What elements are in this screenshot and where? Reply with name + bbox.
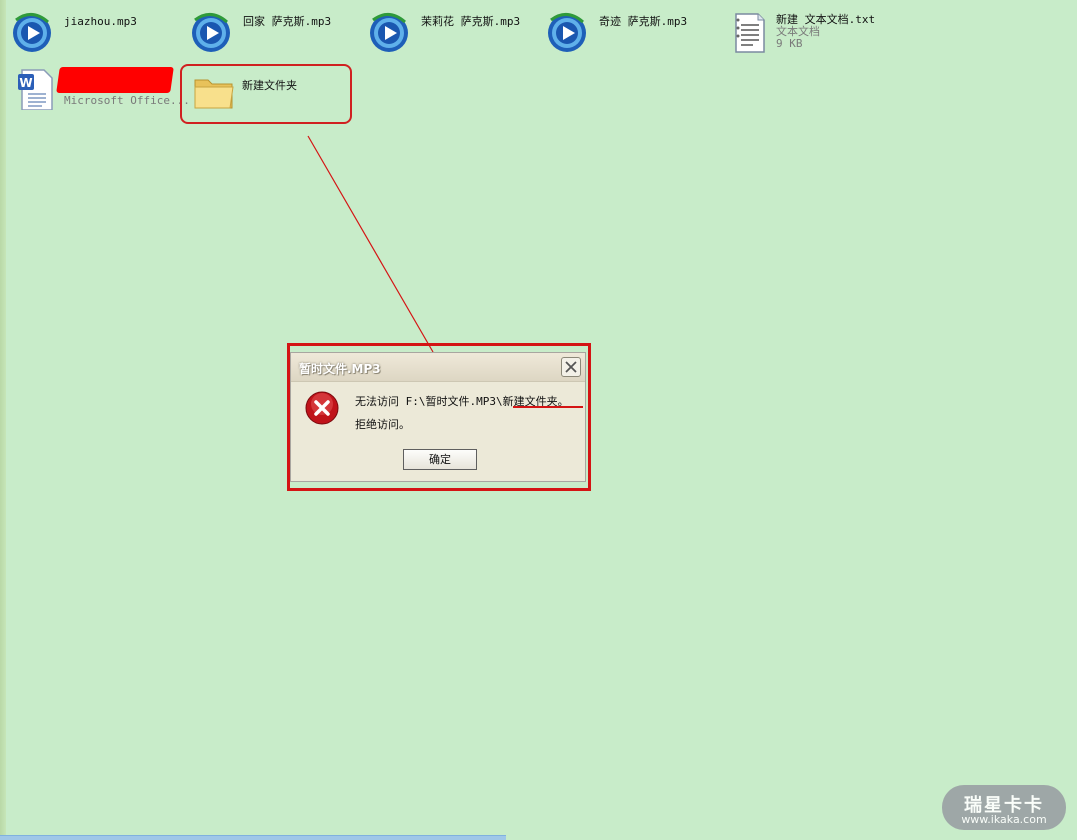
media-player-icon [192,13,230,52]
error-dialog: 暂时文件.MP3 无法访问 F:\暂时文件.MP3\新建文件夹。 拒绝访问。 确… [290,352,586,482]
file-item-text-doc[interactable]: 新建 文本文档.txt 文本文档 9 KB [728,10,875,54]
file-name: 回家 萨克斯.mp3 [243,15,332,28]
file-name: jiazhou.mp3 [64,15,137,28]
dialog-message-denied: 拒绝访问。 [355,418,410,431]
highlight-box-folder [180,64,352,124]
file-name: 茉莉花 萨克斯.mp3 [421,15,521,28]
word-document-icon: W [18,69,53,110]
file-details: 新建 文本文档.txt 文本文档 9 KB [776,14,875,50]
file-name: 奇迹 萨克斯.mp3 [599,15,688,28]
dialog-titlebar[interactable]: 暂时文件.MP3 [291,353,585,382]
text-document-icon [735,13,765,53]
file-item-jiazhou[interactable]: jiazhou.mp3 [10,10,137,54]
file-subtitle: Microsoft Office... [64,94,190,107]
file-item-molihua[interactable]: 茉莉花 萨克斯.mp3 [367,10,520,54]
watermark-url: www.ikaka.com [961,813,1047,826]
window-left-edge [0,0,6,840]
file-item-qiji[interactable]: 奇迹 萨克斯.mp3 [545,10,687,54]
media-player-icon [13,13,51,52]
media-player-icon [370,13,408,52]
svg-text:W: W [19,76,32,90]
window-bottom-edge [0,835,506,840]
close-button[interactable] [561,357,581,377]
media-player-icon [548,13,586,52]
annotation-underline [513,406,583,408]
close-icon [565,361,577,373]
file-item-huijia[interactable]: 回家 萨克斯.mp3 [189,10,331,54]
dialog-title: 暂时文件.MP3 [299,362,381,376]
file-size: 9 KB [776,37,803,50]
error-icon [305,391,339,425]
ok-button[interactable]: 确定 [403,449,477,470]
watermark-logo: 瑞星卡卡 www.ikaka.com [942,785,1066,830]
redaction-mark [56,67,174,93]
